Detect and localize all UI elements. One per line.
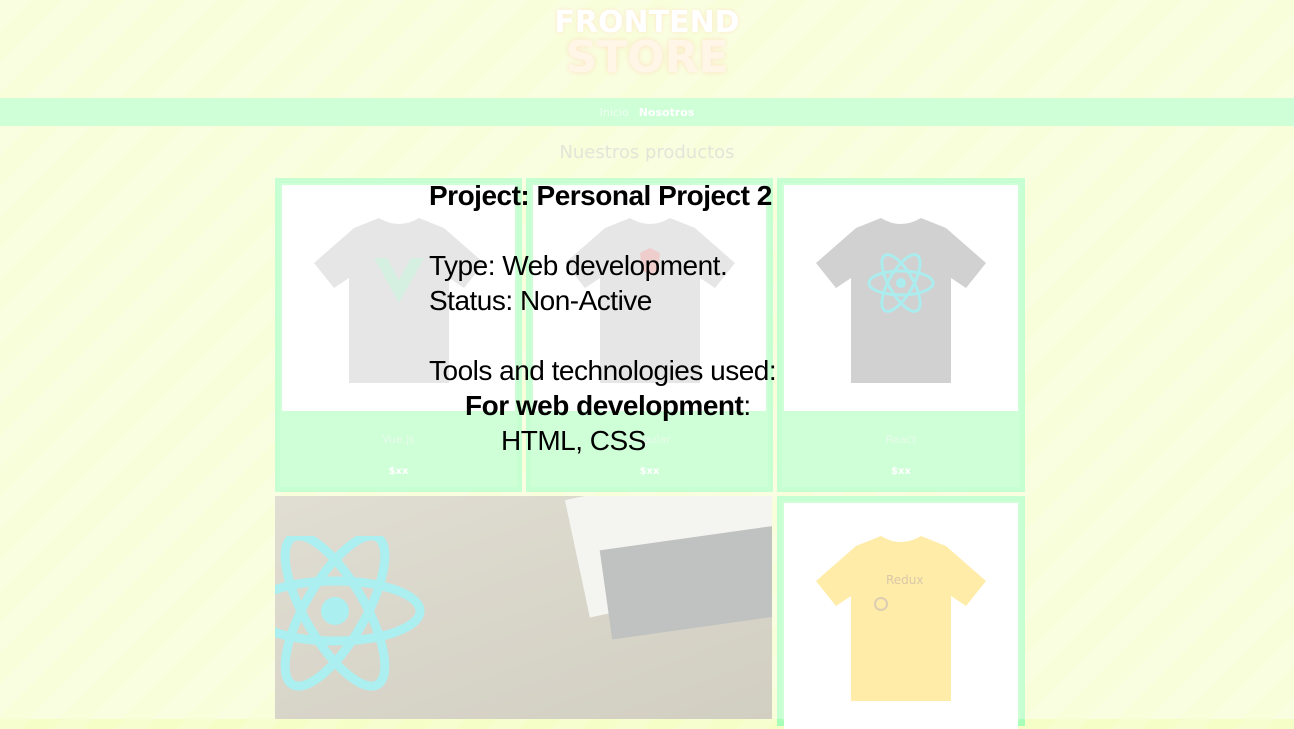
- category-line: For web development:: [429, 388, 776, 423]
- category-label: For web development: [465, 390, 744, 421]
- product-image: [784, 185, 1018, 411]
- redux-tshirt-icon: [816, 536, 986, 701]
- store-logo[interactable]: FRONTEND STORE: [0, 8, 1294, 80]
- product-price: $xx: [639, 466, 660, 477]
- project-info-panel: Project: Personal Project 2 Type: Web de…: [429, 178, 777, 458]
- product-card[interactable]: Redux: [777, 496, 1025, 729]
- tools-heading: Tools and technologies used:: [429, 355, 777, 386]
- nav-link-about[interactable]: Nosotros: [639, 106, 695, 119]
- category-suffix: :: [743, 390, 751, 421]
- product-name: React: [885, 433, 917, 446]
- project-type: Type: Web development.: [429, 250, 728, 281]
- react-logo-icon: [275, 536, 425, 691]
- section-title: Nuestros productos: [559, 142, 735, 163]
- product-card[interactable]: React $xx: [777, 178, 1025, 492]
- product-image: Redux: [784, 503, 1018, 729]
- nav-link-home[interactable]: Inicio: [600, 106, 629, 119]
- react-tshirt-icon: [816, 218, 986, 383]
- project-status: Status: Non-Active: [429, 285, 652, 316]
- react-shirt-banner: [275, 496, 772, 719]
- product-price: $xx: [891, 466, 911, 477]
- product-price: $xx: [388, 466, 409, 477]
- main-navbar: Inicio Nosotros: [0, 98, 1294, 126]
- logo-line-2: STORE: [565, 32, 729, 83]
- product-name: Redux: [886, 573, 924, 587]
- technologies: HTML, CSS: [501, 425, 646, 456]
- project-label: Project: Personal Project 2: [429, 180, 772, 211]
